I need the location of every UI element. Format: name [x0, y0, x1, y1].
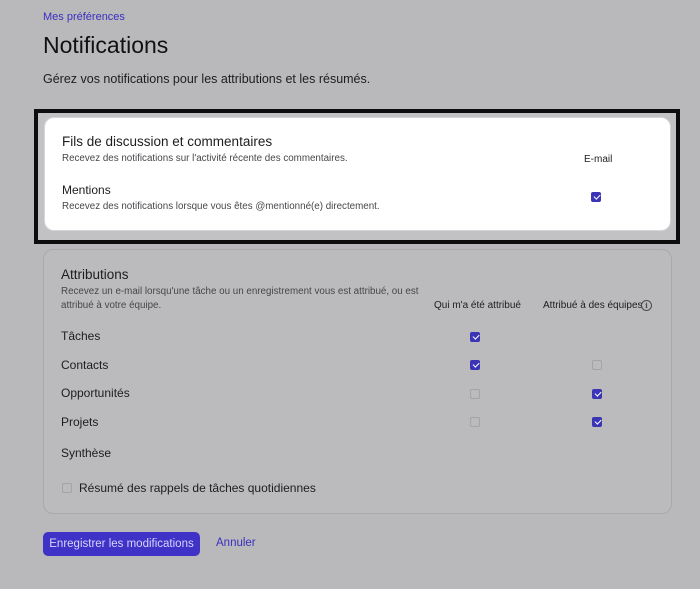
attributions-section-title: Attributions	[61, 267, 129, 282]
comments-section-description: Recevez des notifications sur l'activité…	[62, 153, 348, 164]
page-title: Notifications	[43, 32, 169, 58]
save-button[interactable]: Enregistrer les modifications	[43, 532, 200, 556]
page-subtitle: Gérez vos notifications pour les attribu…	[43, 72, 371, 86]
contacts-assigned-to-me-checkbox[interactable]	[470, 360, 480, 370]
attributions-description-line-2: attribué à votre équipe.	[61, 299, 162, 311]
attributions-card: Attributions Recevez un e-mail lorsqu'un…	[43, 249, 672, 514]
projets-assigned-to-teams-checkbox[interactable]	[592, 417, 602, 427]
mentions-email-checkbox[interactable]	[591, 192, 601, 202]
column-assigned-to-me: Qui m'a été attribué	[434, 300, 521, 311]
comments-section-title: Fils de discussion et commentaires	[62, 134, 273, 149]
opportunites-assigned-to-teams-checkbox[interactable]	[592, 389, 602, 399]
mentions-title: Mentions	[62, 183, 111, 197]
summary-daily-reminder-label[interactable]: Résumé des rappels de tâches quotidienne…	[79, 481, 316, 495]
opportunites-assigned-to-me-checkbox[interactable]	[470, 389, 480, 399]
row-label-projets: Projets	[61, 415, 99, 429]
attributions-section-description: Recevez un e-mail lorsqu'une tâche ou un…	[61, 285, 421, 312]
breadcrumb[interactable]: Mes préférences	[43, 11, 125, 23]
taches-assigned-to-me-checkbox[interactable]	[470, 332, 480, 342]
summary-daily-reminder-checkbox[interactable]	[62, 483, 72, 493]
attributions-description-line-1: Recevez un e-mail lorsqu'une tâche ou un…	[61, 286, 419, 297]
info-icon[interactable]: i	[641, 300, 652, 311]
comments-card: Fils de discussion et commentaires Recev…	[44, 117, 671, 231]
row-label-contacts: Contacts	[61, 358, 109, 372]
column-assigned-to-teams: Attribué à des équipes	[543, 300, 643, 311]
summary-title: Synthèse	[61, 446, 112, 460]
mentions-description: Recevez des notifications lorsque vous ê…	[62, 201, 380, 212]
row-label-taches: Tâches	[61, 329, 101, 343]
projets-assigned-to-me-checkbox[interactable]	[470, 417, 480, 427]
contacts-assigned-to-teams-checkbox[interactable]	[592, 360, 602, 370]
row-label-opportunites: Opportunités	[61, 386, 130, 400]
email-column-header: E-mail	[584, 154, 613, 165]
cancel-button[interactable]: Annuler	[216, 537, 256, 549]
